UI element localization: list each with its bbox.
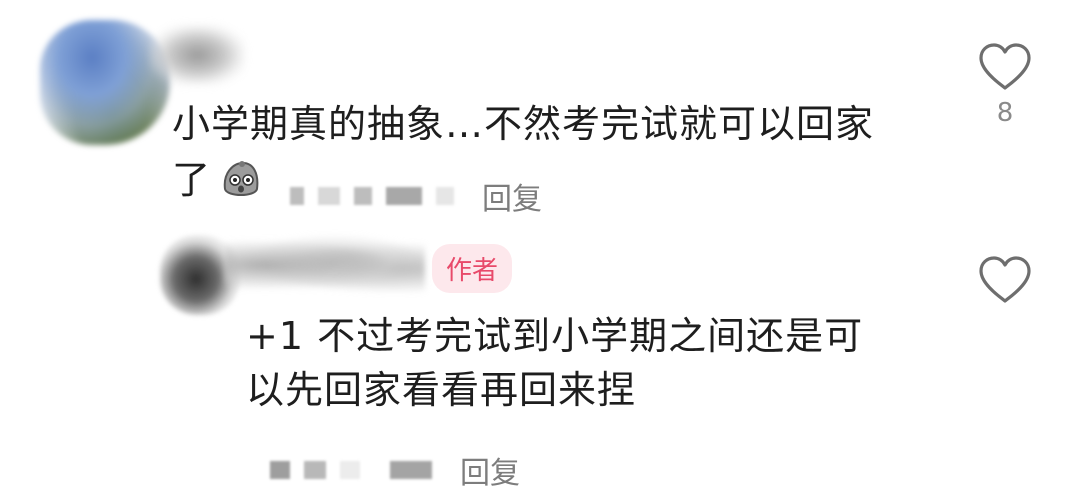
- date-blurred: [290, 187, 304, 205]
- heart-outline-icon[interactable]: [977, 42, 1033, 92]
- username-blurred[interactable]: [225, 235, 425, 295]
- location-blurred: [390, 461, 432, 479]
- username-blurred[interactable]: [150, 25, 245, 85]
- reply-button[interactable]: 回复: [482, 174, 542, 218]
- date-blurred: [270, 461, 290, 479]
- comment-text-fragment: 了: [172, 158, 212, 202]
- like-count: 8: [996, 98, 1014, 128]
- like-button[interactable]: 8: [970, 42, 1040, 128]
- comment-text-line: 小学期真的抽象…不然考完试就可以回家: [172, 102, 875, 146]
- date-blurred: [340, 461, 360, 479]
- shocked-face-emoji-icon: [219, 159, 263, 201]
- comment-meta: 回复: [270, 448, 520, 492]
- comment-thread: 小学期真的抽象…不然考完试就可以回家 了 回复 8 作者 +1 不过考完试到小学…: [0, 0, 1080, 500]
- date-blurred: [304, 461, 326, 479]
- location-blurred: [386, 187, 422, 205]
- author-badge: 作者: [432, 244, 513, 293]
- reply-button[interactable]: 回复: [460, 448, 520, 492]
- comment-text-line: 了: [172, 154, 263, 206]
- comment-meta: 回复: [290, 174, 542, 218]
- date-blurred: [354, 187, 372, 205]
- date-blurred: [318, 187, 340, 205]
- comment-text-line: 以先回家看看再回来捏: [246, 368, 637, 412]
- heart-outline-icon[interactable]: [977, 255, 1033, 305]
- like-button[interactable]: [970, 255, 1040, 305]
- location-blurred: [436, 187, 454, 205]
- comment-text-line: +1 不过考完试到小学期之间还是可: [246, 314, 864, 358]
